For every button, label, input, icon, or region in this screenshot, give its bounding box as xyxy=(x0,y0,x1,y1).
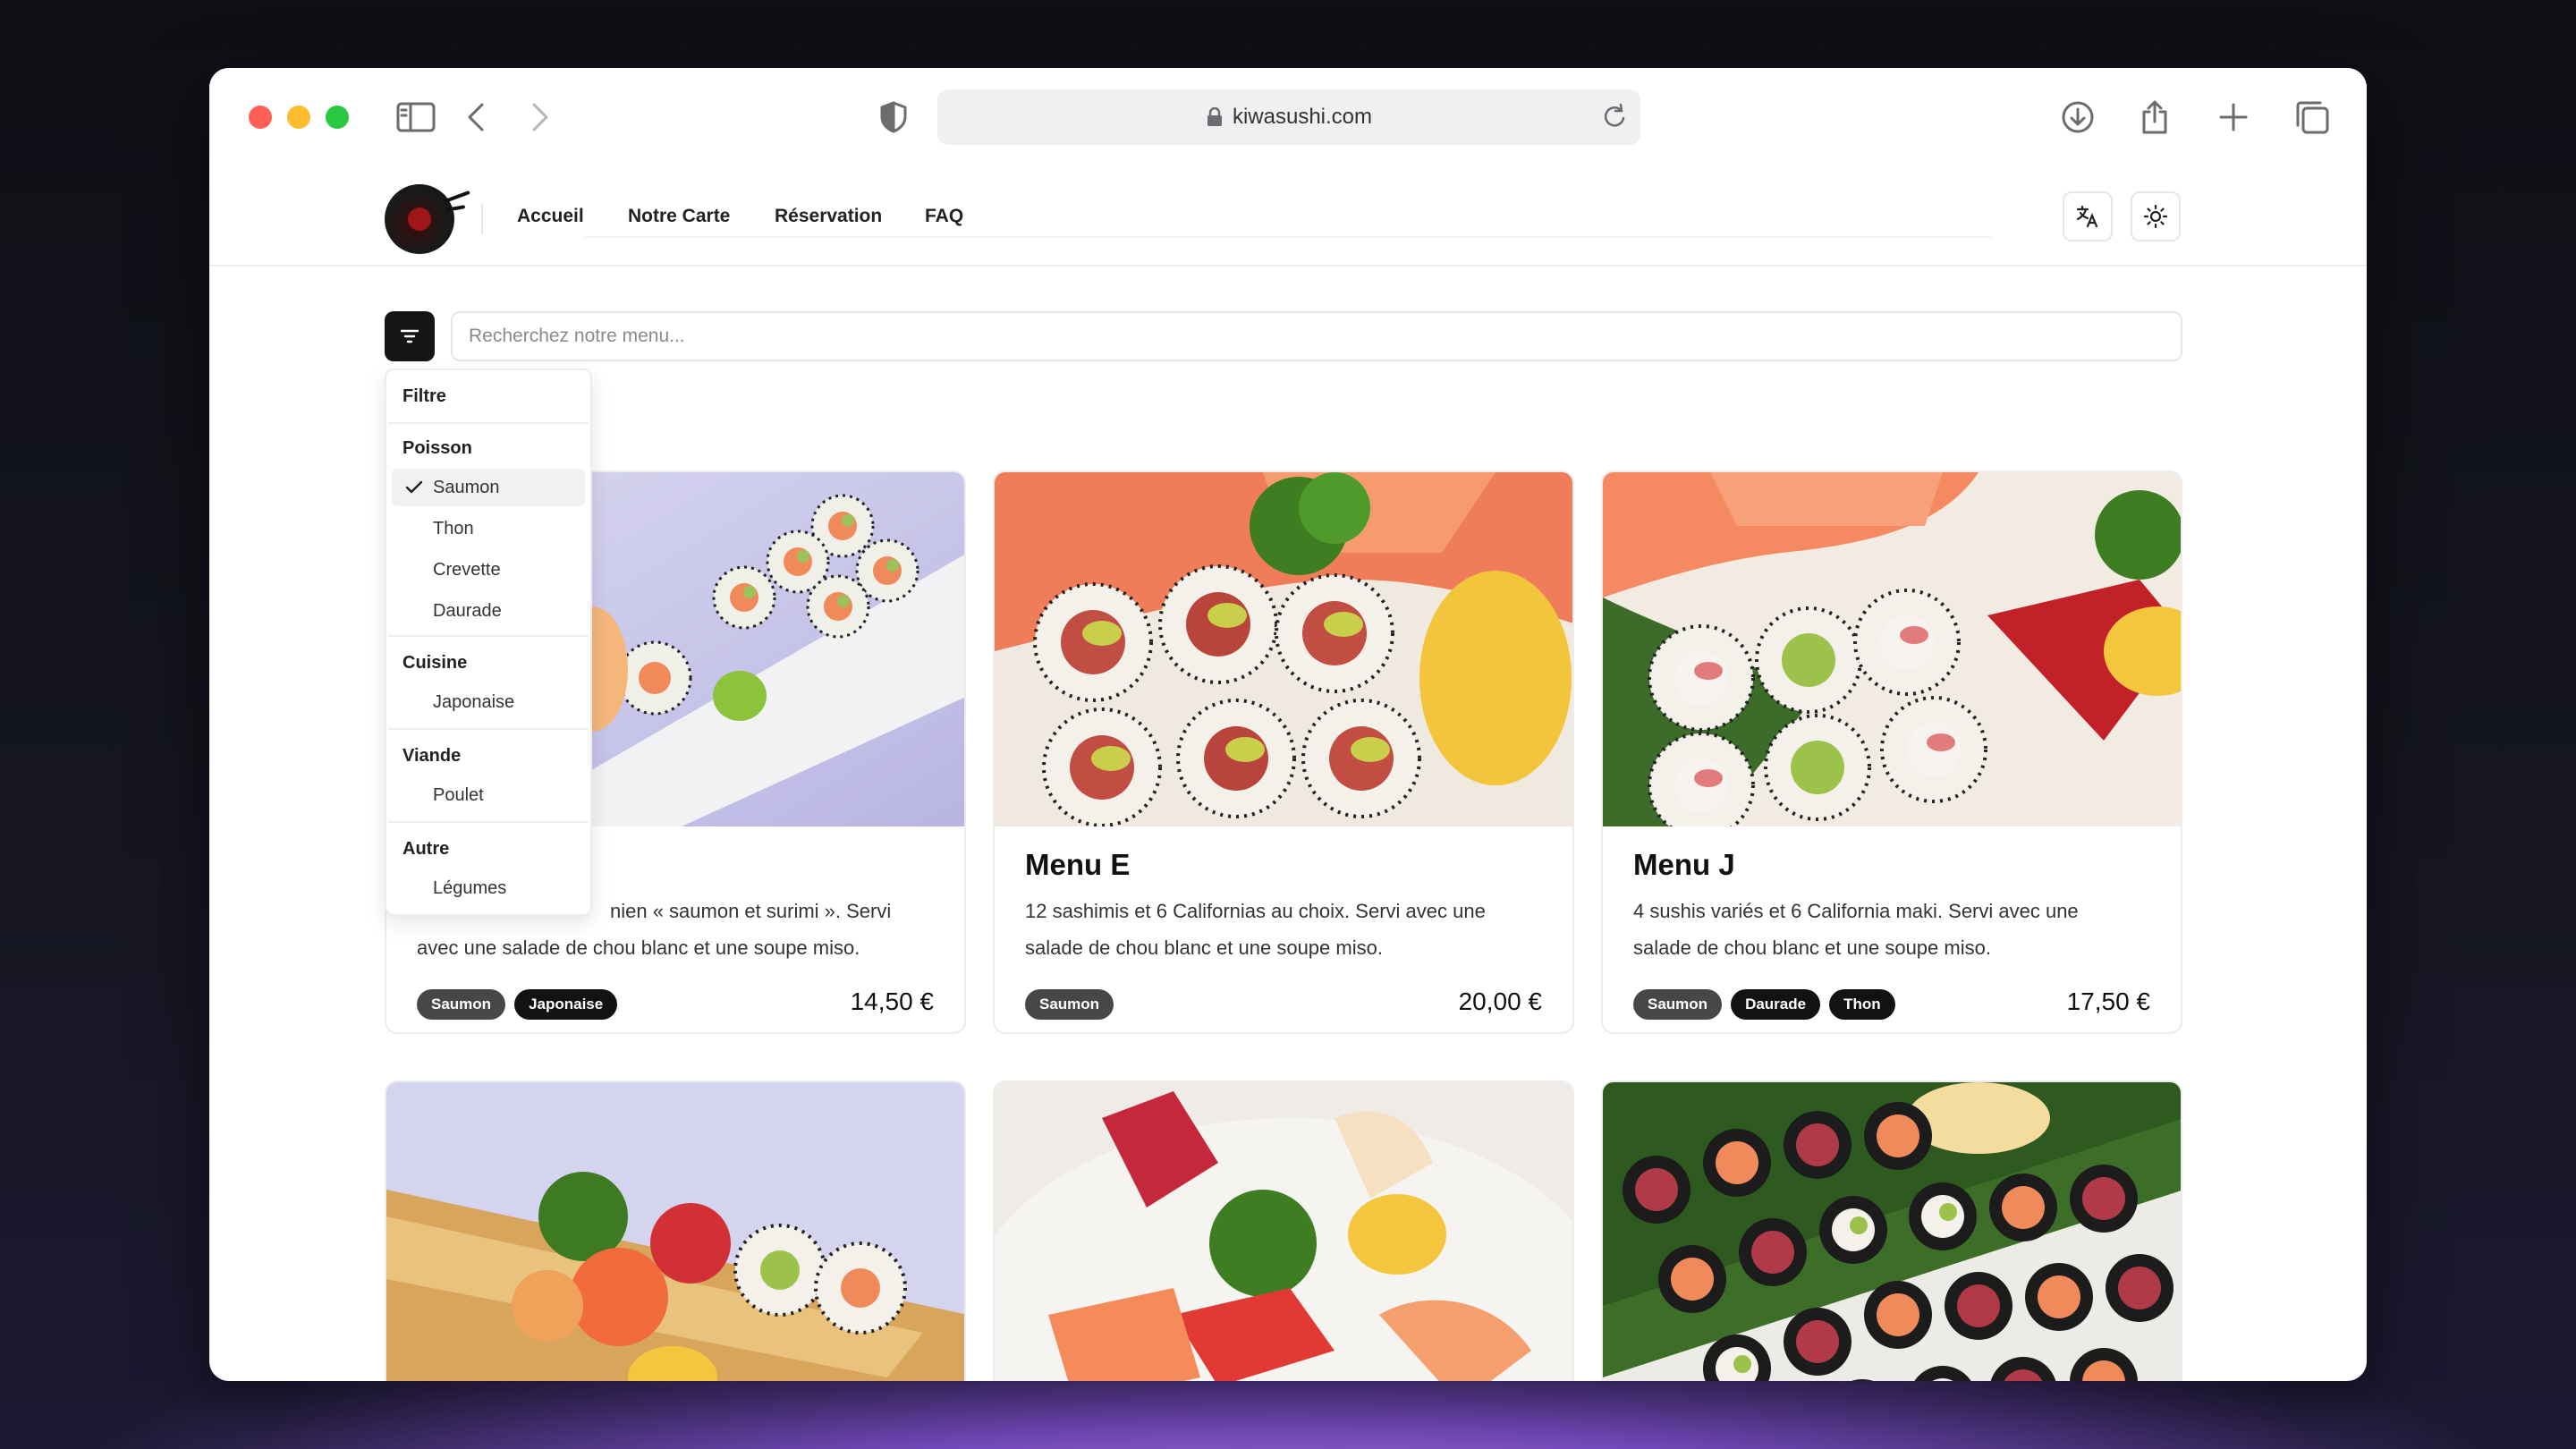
menu-card[interactable]: Menu J 4 sushis variés et 6 California m… xyxy=(1601,470,2182,1034)
downloads-icon[interactable] xyxy=(2055,95,2100,140)
menu-description: 4 sushis variés et 6 California maki. Se… xyxy=(1633,900,2079,959)
nav-link-accueil[interactable]: Accueil xyxy=(517,206,584,227)
tag-badge: Saumon xyxy=(1633,989,1723,1020)
share-icon[interactable] xyxy=(2132,95,2177,140)
forward-icon[interactable] xyxy=(517,95,562,140)
new-tab-icon[interactable] xyxy=(2211,95,2256,140)
menu-title: Menu J xyxy=(1633,848,1735,881)
sidebar-toggle-icon[interactable] xyxy=(394,95,438,140)
filter-group-label: Cuisine xyxy=(402,653,468,673)
close-window-button[interactable] xyxy=(249,106,272,129)
filter-option-poulet[interactable]: Poulet xyxy=(392,776,585,814)
minimize-window-button[interactable] xyxy=(287,106,310,129)
tag-badge: Thon xyxy=(1829,989,1895,1020)
filter-option-daurade[interactable]: Daurade xyxy=(392,592,585,630)
filter-option-japonaise[interactable]: Japonaise xyxy=(392,683,585,721)
search-input[interactable] xyxy=(451,311,2182,361)
nav-link-notre-carte[interactable]: Notre Carte xyxy=(628,206,730,227)
theme-toggle-button[interactable] xyxy=(2131,191,2181,242)
menu-card[interactable] xyxy=(993,1080,1574,1381)
menu-tags: Saumon xyxy=(1025,989,1114,1020)
menu-card[interactable]: Menu E 12 sashimis et 6 Californias au c… xyxy=(993,470,1574,1034)
menu-tags: Saumon Daurade Thon xyxy=(1633,989,1895,1020)
back-icon[interactable] xyxy=(454,95,499,140)
nav-link-reservation[interactable]: Réservation xyxy=(775,206,882,227)
menu-price: 14,50 € xyxy=(850,987,934,1015)
tag-badge: Japonaise xyxy=(514,989,618,1020)
menu-price: 17,50 € xyxy=(2066,987,2150,1015)
menu-description: 12 sashimis et 6 Californias au choix. S… xyxy=(1025,900,1486,959)
filter-option-crevette[interactable]: Crevette xyxy=(392,551,585,589)
menu-tags: Saumon Japonaise xyxy=(417,989,618,1020)
filter-option-saumon[interactable]: Saumon xyxy=(392,469,585,506)
filter-option-thon[interactable]: Thon xyxy=(392,510,585,547)
tag-badge: Saumon xyxy=(417,989,506,1020)
menu-title: Menu E xyxy=(1025,848,1131,881)
menu-card[interactable] xyxy=(1601,1080,2182,1381)
logo-emblem xyxy=(408,208,431,231)
filter-button[interactable] xyxy=(385,311,435,361)
menu-photo xyxy=(386,1082,964,1381)
tag-badge: Saumon xyxy=(1025,989,1114,1020)
nav-link-faq[interactable]: FAQ xyxy=(925,206,963,227)
menu-photo xyxy=(995,472,1572,826)
language-button[interactable] xyxy=(2063,191,2113,242)
menu-card[interactable] xyxy=(385,1080,966,1381)
reload-icon[interactable] xyxy=(1603,103,1628,130)
tag-badge: Daurade xyxy=(1731,989,1821,1020)
site-header xyxy=(209,166,2367,335)
menu-price: 20,00 € xyxy=(1458,987,1542,1015)
menu-photo xyxy=(995,1082,1572,1381)
filter-group-label: Poisson xyxy=(402,438,472,458)
filter-icon xyxy=(400,329,419,343)
tab-overview-icon[interactable] xyxy=(2290,95,2334,140)
menu-photo xyxy=(1603,1082,2181,1381)
address-bar[interactable]: kiwasushi.com xyxy=(937,89,1640,145)
zoom-window-button[interactable] xyxy=(326,106,349,129)
filter-group-label: Viande xyxy=(402,746,462,766)
url-text: kiwasushi.com xyxy=(1232,105,1373,129)
lock-icon xyxy=(1207,107,1222,126)
nav-divider xyxy=(481,204,483,234)
checkmark-icon xyxy=(405,480,423,494)
filter-group-label: Autre xyxy=(402,839,450,859)
translate-icon xyxy=(2076,205,2098,228)
browser-window: kiwasushi.com Accueil Notre Carte Réserv… xyxy=(209,68,2367,1381)
sun-icon xyxy=(2144,205,2167,228)
filter-option-legumes[interactable]: Légumes xyxy=(392,869,585,907)
filter-title: Filtre xyxy=(402,386,446,406)
filter-dropdown: Filtre Poisson Saumon Thon Crevette Daur… xyxy=(385,369,592,916)
menu-photo xyxy=(1603,472,2181,826)
privacy-shield-icon[interactable] xyxy=(871,95,916,140)
browser-toolbar: kiwasushi.com xyxy=(209,68,2367,166)
